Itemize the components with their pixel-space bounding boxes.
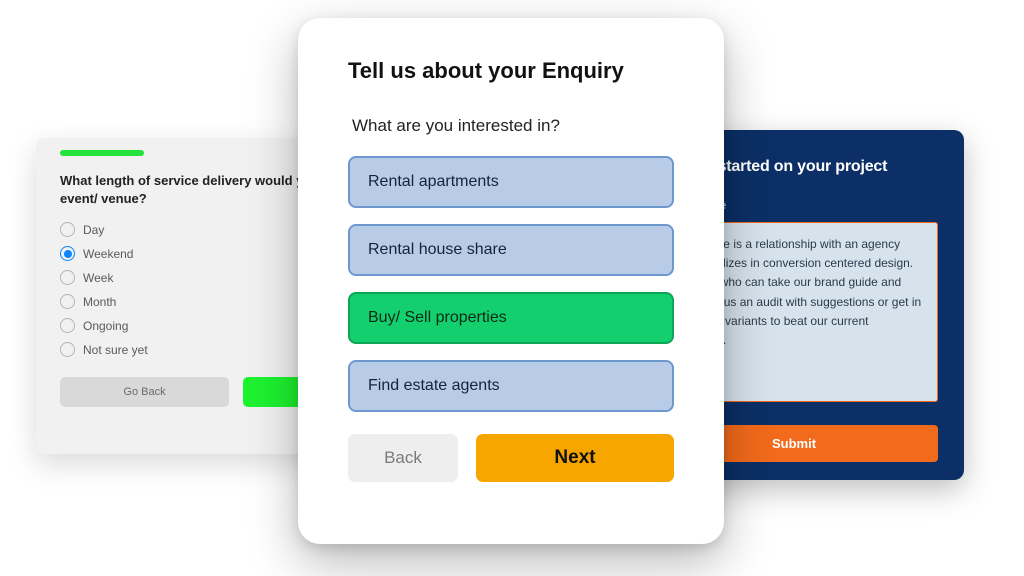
option-find-estate-agents[interactable]: Find estate agents — [348, 360, 674, 412]
next-button[interactable]: Next — [476, 434, 674, 482]
nav-buttons: Back Next — [348, 434, 674, 482]
enquiry-card-center: Tell us about your Enquiry What are you … — [298, 18, 724, 544]
radio-label: Ongoing — [83, 319, 128, 333]
radio-icon — [60, 294, 75, 309]
radio-label: Week — [83, 271, 113, 285]
radio-icon — [60, 222, 75, 237]
radio-icon — [60, 342, 75, 357]
radio-label: Not sure yet — [83, 343, 148, 357]
radio-label: Month — [83, 295, 116, 309]
radio-icon — [60, 270, 75, 285]
go-back-button[interactable]: Go Back — [60, 377, 229, 407]
back-button[interactable]: Back — [348, 434, 458, 482]
progress-bar — [60, 150, 144, 156]
option-buy-sell-properties[interactable]: Buy/ Sell properties — [348, 292, 674, 344]
option-rental-apartments[interactable]: Rental apartments — [348, 156, 674, 208]
option-rental-house-share[interactable]: Rental house share — [348, 224, 674, 276]
radio-icon — [60, 318, 75, 333]
radio-label: Day — [83, 223, 104, 237]
card-subtitle: What are you interested in? — [348, 114, 564, 138]
radio-label: Weekend — [83, 247, 133, 261]
card-title: Tell us about your Enquiry — [348, 58, 674, 84]
radio-icon — [60, 246, 75, 261]
